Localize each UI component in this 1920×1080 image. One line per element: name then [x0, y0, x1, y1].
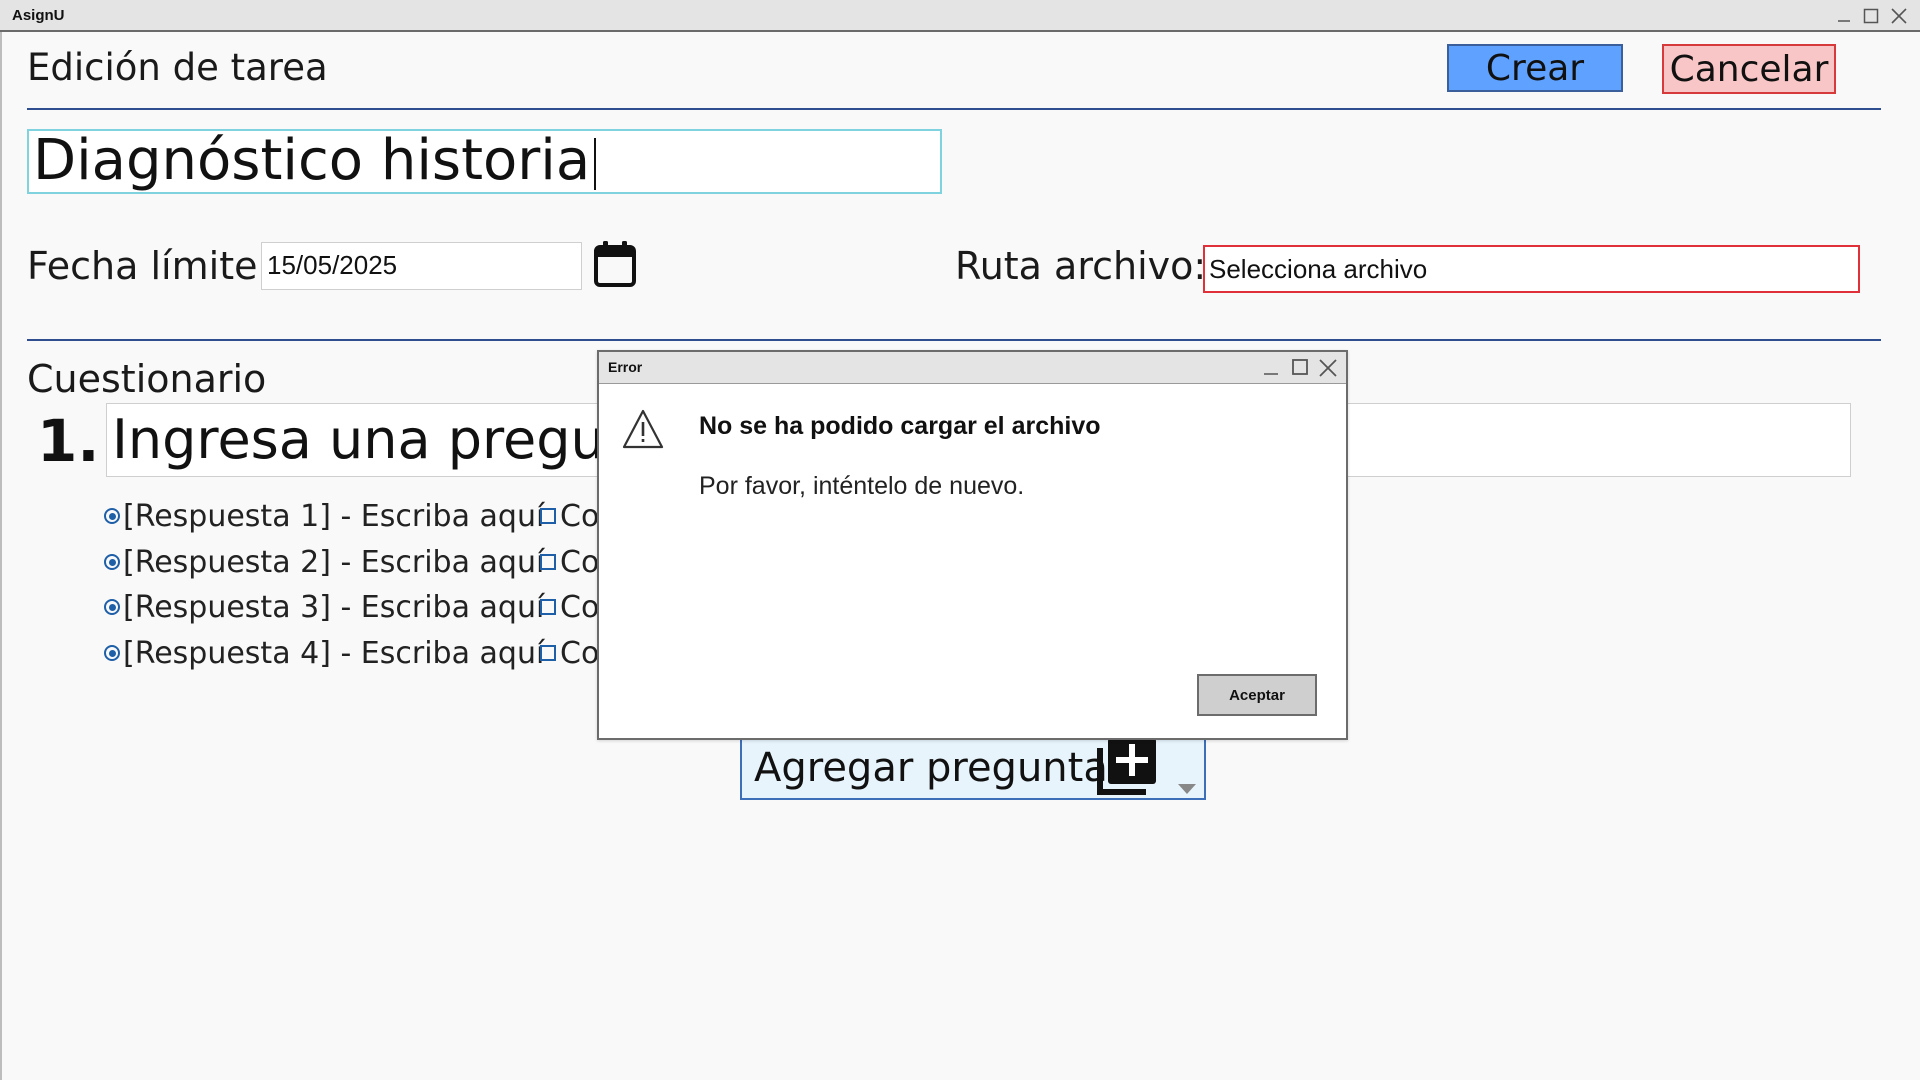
questionnaire-title: Cuestionario	[27, 357, 267, 401]
dialog-message: Por favor, inténtelo de nuevo.	[699, 472, 1025, 500]
caret-down-icon[interactable]	[1178, 760, 1196, 806]
answer-text[interactable]: [Respuesta 2] - Escriba aquí	[123, 545, 544, 580]
correct-checkbox[interactable]	[540, 508, 556, 524]
radio-button[interactable]	[104, 599, 120, 615]
page-title: Edición de tarea	[27, 46, 328, 89]
file-path-input[interactable]: Selecciona archivo	[1203, 245, 1860, 293]
radio-button[interactable]	[104, 554, 120, 570]
close-icon[interactable]	[1319, 359, 1337, 382]
deadline-input[interactable]: 15/05/2025	[261, 242, 582, 290]
correct-checkbox[interactable]	[540, 554, 556, 570]
answer-text[interactable]: [Respuesta 4] - Escriba aquí	[123, 636, 544, 671]
correct-checkbox-row[interactable]: Co	[540, 587, 599, 627]
answer-row[interactable]: [Respuesta 4] - Escriba aquí	[104, 633, 544, 673]
calendar-icon[interactable]	[593, 240, 637, 288]
close-icon[interactable]	[1888, 5, 1910, 27]
correct-checkbox-row[interactable]: Co	[540, 633, 599, 673]
answer-text[interactable]: [Respuesta 3] - Escriba aquí	[123, 590, 544, 625]
file-path-label: Ruta archivo:	[955, 244, 1207, 288]
create-button[interactable]: Crear	[1447, 44, 1623, 92]
deadline-label: Fecha límite:	[27, 244, 271, 288]
dialog-heading: No se ha podido cargar el archivo	[699, 412, 1101, 440]
correct-label: Co	[560, 498, 600, 534]
answer-text[interactable]: [Respuesta 1] - Escriba aquí	[123, 499, 544, 534]
answer-row[interactable]: [Respuesta 1] - Escriba aquí	[104, 496, 544, 536]
text-caret	[594, 137, 597, 190]
window-title: AsignU	[12, 7, 65, 24]
answer-row[interactable]: [Respuesta 2] - Escriba aquí	[104, 542, 544, 582]
radio-button[interactable]	[104, 508, 120, 524]
maximize-icon[interactable]	[1860, 5, 1882, 27]
correct-checkbox-row[interactable]: Co	[540, 496, 599, 536]
correct-checkbox[interactable]	[540, 599, 556, 615]
error-dialog: Error No se ha podido cargar el archivo …	[597, 350, 1348, 740]
maximize-icon[interactable]	[1292, 359, 1308, 380]
correct-checkbox[interactable]	[540, 645, 556, 661]
task-name-value: Diagnóstico historia	[33, 129, 591, 193]
minimize-icon[interactable]	[1263, 360, 1279, 381]
add-question-button[interactable]: Agregar pregunta	[740, 736, 1206, 800]
cancel-button[interactable]: Cancelar	[1662, 44, 1836, 94]
answer-row[interactable]: [Respuesta 3] - Escriba aquí	[104, 587, 544, 627]
header-divider	[27, 108, 1881, 110]
correct-label: Co	[560, 544, 600, 580]
add-question-label: Agregar pregunta	[754, 745, 1108, 791]
dialog-titlebar: Error	[599, 352, 1346, 384]
add-library-icon	[1096, 738, 1158, 796]
window-titlebar: AsignU	[0, 0, 1920, 32]
question-number: 1.	[37, 407, 100, 475]
section-divider	[27, 339, 1881, 341]
dialog-title: Error	[608, 359, 643, 375]
correct-checkbox-row[interactable]: Co	[540, 542, 599, 582]
correct-label: Co	[560, 635, 600, 671]
minimize-icon[interactable]	[1833, 5, 1855, 27]
warning-icon	[621, 408, 665, 455]
radio-button[interactable]	[104, 645, 120, 661]
correct-label: Co	[560, 589, 600, 625]
task-name-input[interactable]: Diagnóstico historia	[27, 129, 942, 194]
ok-button[interactable]: Aceptar	[1197, 674, 1317, 716]
